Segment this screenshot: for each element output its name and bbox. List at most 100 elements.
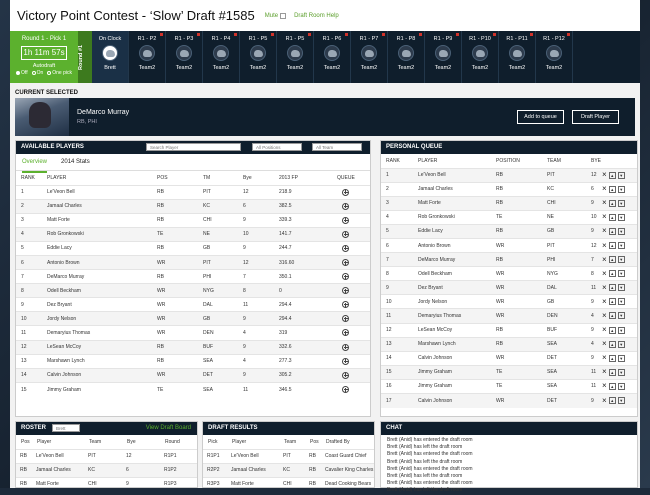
close-icon[interactable] (234, 33, 237, 36)
radio-icon[interactable] (16, 71, 20, 75)
remove-icon[interactable]: × (602, 283, 607, 291)
move-down-icon[interactable]: ▼ (617, 227, 625, 235)
move-up-icon[interactable]: ▲ (608, 270, 616, 278)
radio-icon[interactable] (47, 71, 52, 75)
table-row[interactable]: 8 Odell Beckham WR NYG 8 × ▲ ▼ (381, 266, 637, 281)
remove-icon[interactable]: × (602, 255, 607, 263)
table-row[interactable]: 4 Rob Gronkowski TE NE 10 × ▲ ▼ (381, 209, 637, 225)
column-header[interactable]: Drafted By (321, 435, 374, 449)
column-header[interactable]: RANK (381, 154, 413, 168)
pick-slot[interactable]: On Clock Brett (92, 31, 129, 83)
move-up-icon[interactable]: ▲ (608, 298, 616, 306)
remove-icon[interactable]: × (602, 382, 607, 390)
add-to-queue-icon[interactable] (342, 244, 349, 252)
move-up-icon[interactable]: ▲ (608, 382, 616, 390)
table-row[interactable]: 13 Marshawn Lynch RB SEA 4 277.3 (16, 353, 370, 369)
table-row[interactable]: 16 Jimmy Graham TE SEA 11 × ▲ ▼ (381, 378, 637, 394)
close-icon[interactable] (419, 33, 422, 36)
remove-icon[interactable]: × (602, 199, 607, 207)
remove-icon[interactable]: × (602, 340, 607, 348)
move-down-icon[interactable]: ▼ (617, 354, 625, 362)
move-up-icon[interactable]: ▲ (608, 171, 616, 179)
move-up-icon[interactable]: ▲ (608, 368, 616, 376)
add-to-queue-icon[interactable] (342, 386, 349, 394)
move-up-icon[interactable]: ▲ (608, 256, 616, 264)
move-up-icon[interactable]: ▲ (608, 284, 616, 292)
autodraft-option[interactable]: Off (16, 70, 28, 76)
table-row[interactable]: 14 Calvin Johnson WR DET 9 × ▲ ▼ (381, 350, 637, 366)
column-header[interactable]: RANK (16, 171, 42, 185)
pick-slot[interactable]: R1 - P6 Team2 (314, 31, 351, 83)
pick-slot[interactable]: R1 - P4 Team2 (203, 31, 240, 83)
help-link[interactable]: Draft Room Help (294, 13, 339, 19)
add-to-queue-icon[interactable] (342, 329, 349, 337)
add-to-queue-icon[interactable] (342, 273, 349, 281)
pick-slot[interactable]: R1 - P11 Team2 (499, 31, 536, 83)
add-to-queue-icon[interactable] (342, 371, 349, 379)
roster-team-select[interactable]: Brett (52, 424, 80, 432)
table-row[interactable]: 14 Calvin Johnson WR DET 9 305.2 (16, 367, 370, 383)
move-down-icon[interactable]: ▼ (617, 284, 625, 292)
close-icon[interactable] (382, 33, 385, 36)
table-row[interactable]: 12 LeSean McCoy RB BUF 9 × ▲ ▼ (381, 322, 637, 338)
column-header[interactable]: QUEUE (332, 171, 370, 185)
view-draft-board-link[interactable]: View Draft Board (146, 422, 191, 435)
remove-icon[interactable]: × (602, 297, 607, 305)
close-icon[interactable] (345, 33, 348, 36)
add-to-queue-icon[interactable] (342, 343, 349, 351)
autodraft-option[interactable]: One pick (47, 70, 72, 76)
table-row[interactable]: 11 Demaryius Thomas WR DEN 4 319 (16, 325, 370, 341)
table-row[interactable]: 3 Matt Forte RB CHI 9 × ▲ ▼ (381, 195, 637, 211)
tab-overview[interactable]: Overview (22, 159, 48, 173)
column-header[interactable]: Player (32, 435, 84, 449)
table-row[interactable]: 10 Jordy Nelson WR GB 9 294.4 (16, 311, 370, 326)
search-input[interactable]: Search Player (146, 143, 241, 151)
move-up-icon[interactable]: ▲ (608, 312, 616, 320)
move-down-icon[interactable]: ▼ (617, 213, 625, 221)
remove-icon[interactable]: × (602, 269, 607, 277)
team-select[interactable]: All Team (312, 143, 362, 151)
table-row[interactable]: 12 LeSean McCoy RB BUF 9 332.6 (16, 339, 370, 355)
close-icon[interactable] (308, 33, 311, 36)
move-up-icon[interactable]: ▲ (608, 397, 616, 405)
column-header[interactable]: POS (152, 171, 198, 185)
add-to-queue-button[interactable]: Add to queue (517, 110, 564, 124)
column-header[interactable]: Pos (305, 435, 321, 449)
table-row[interactable]: 3 Matt Forte RB CHI 9 339.3 (16, 212, 370, 228)
table-row[interactable]: 15 Jimmy Graham TE SEA 11 × ▲ ▼ (381, 364, 637, 380)
column-header[interactable]: POSITION (491, 154, 542, 168)
remove-icon[interactable]: × (602, 241, 607, 249)
move-down-icon[interactable]: ▼ (617, 397, 625, 405)
table-row[interactable]: 7 DeMarco Murray RB PHI 7 350.1 (16, 269, 370, 284)
autodraft-option[interactable]: On (31, 70, 43, 76)
add-to-queue-icon[interactable] (342, 202, 349, 210)
move-down-icon[interactable]: ▼ (617, 368, 625, 376)
move-down-icon[interactable]: ▼ (617, 256, 625, 264)
table-row[interactable]: 4 Rob Gronkowski TE NE 10 141.7 (16, 226, 370, 242)
table-row[interactable]: 15 Jimmy Graham TE SEA 11 346.5 (16, 381, 370, 397)
pick-slot[interactable]: R1 - P7 Team2 (351, 31, 388, 83)
column-header[interactable]: TM (198, 171, 238, 185)
add-to-queue-icon[interactable] (342, 259, 349, 267)
table-row[interactable]: 5 Eddie Lacy RB GB 9 244.7 (16, 240, 370, 256)
remove-icon[interactable]: × (602, 311, 607, 319)
table-row[interactable]: 6 Antonio Brown WR PIT 12 × ▲ ▼ (381, 237, 637, 253)
table-row[interactable]: 1 Le'Veon Bell RB PIT 12 × ▲ ▼ (381, 167, 637, 183)
pick-slot[interactable]: R1 - P5 Team2 (277, 31, 314, 83)
table-row[interactable]: 7 DeMarco Murray RB PHI 7 × ▲ ▼ (381, 252, 637, 267)
remove-icon[interactable]: × (602, 185, 607, 193)
table-row[interactable]: 2 Jamaal Charles RB KC 6 382.5 (16, 198, 370, 214)
add-to-queue-icon[interactable] (342, 357, 349, 365)
close-icon[interactable] (456, 33, 459, 36)
table-row[interactable]: 6 Antonio Brown WR PIT 12 316.60 (16, 254, 370, 270)
column-header[interactable]: PLAYER (42, 171, 152, 185)
close-icon[interactable] (567, 33, 570, 36)
move-up-icon[interactable]: ▲ (608, 227, 616, 235)
column-header[interactable]: Bye (238, 171, 274, 185)
move-down-icon[interactable]: ▼ (617, 242, 625, 250)
draft-player-button[interactable]: Draft Player (572, 110, 619, 124)
remove-icon[interactable]: × (602, 213, 607, 221)
column-header[interactable]: BYE (586, 154, 602, 168)
close-icon[interactable] (160, 33, 163, 36)
move-down-icon[interactable]: ▼ (617, 312, 625, 320)
